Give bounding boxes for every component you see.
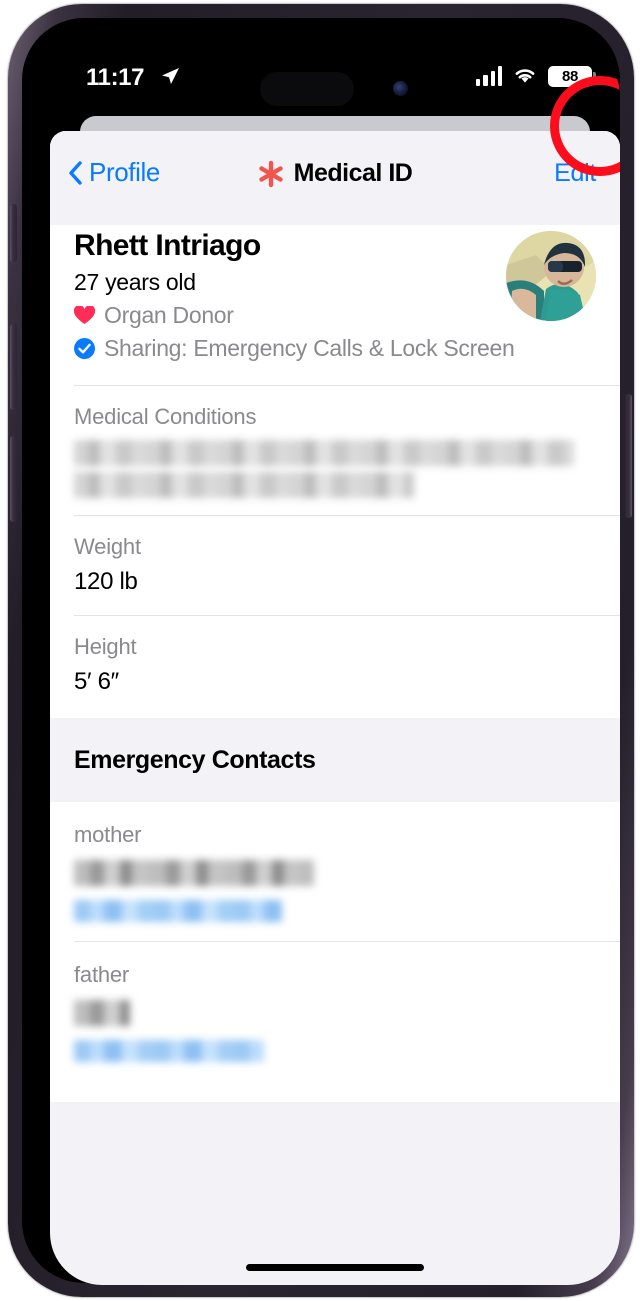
section-header-emergency-contacts: Emergency Contacts (50, 718, 620, 802)
medical-id-sheet: Profile Medical ID Edit Rhett Intriago 2… (50, 131, 620, 1285)
power-button[interactable] (625, 394, 632, 518)
medical-id-asterisk-icon (258, 160, 283, 187)
front-camera-icon (393, 81, 408, 96)
contact-row-mother[interactable]: mother (50, 802, 620, 942)
profile-row: Rhett Intriago 27 years old Organ Donor (50, 203, 620, 386)
field-label-height: Height (74, 634, 137, 659)
battery-level: 88 (561, 68, 579, 85)
field-medical-conditions[interactable]: Medical Conditions (50, 386, 620, 516)
location-arrow-icon (162, 68, 179, 84)
redacted-contact-father (74, 1000, 620, 1062)
page-title: Medical ID (293, 159, 413, 187)
contact-relation-mother: mother (74, 822, 142, 847)
volume-down-button[interactable] (10, 436, 17, 522)
organ-donor-label: Organ Donor (104, 302, 234, 328)
redacted-contact-mother (74, 860, 620, 922)
nav-title-group: Medical ID (50, 159, 620, 188)
silent-switch[interactable] (10, 204, 17, 262)
emergency-contacts-card: mother father (50, 802, 620, 1102)
information-card: Rhett Intriago 27 years old Organ Donor (50, 203, 620, 718)
heart-icon (74, 306, 95, 324)
field-weight[interactable]: Weight 120 lb (50, 516, 620, 616)
field-label-medical-conditions: Medical Conditions (74, 404, 257, 429)
home-indicator[interactable] (246, 1264, 424, 1271)
field-label-weight: Weight (74, 534, 141, 559)
contact-row-father[interactable]: father (50, 942, 620, 1082)
phone-frame: 11:17 88 Profile Medical ID Edit Rhett I… (8, 4, 634, 1297)
battery-tip-icon (593, 72, 596, 81)
status-bar: 11:17 88 (50, 44, 620, 116)
sharing-row: Sharing: Emergency Calls & Lock Screen (74, 335, 596, 362)
phone-bezel: 11:17 88 Profile Medical ID Edit Rhett I… (22, 18, 620, 1285)
edit-button[interactable]: Edit (554, 159, 596, 188)
status-time: 11:17 (86, 64, 145, 91)
avatar-photo (506, 231, 596, 321)
field-value-height: 5′ 6″ (74, 668, 119, 695)
field-height[interactable]: Height 5′ 6″ (50, 616, 620, 718)
field-value-weight: 120 lb (74, 568, 138, 595)
wifi-icon (515, 69, 535, 83)
avatar[interactable] (506, 231, 596, 321)
check-circle-icon (74, 338, 95, 359)
dynamic-island (260, 72, 354, 106)
battery-icon: 88 (548, 66, 592, 87)
volume-up-button[interactable] (10, 324, 17, 410)
redacted-medical-conditions (74, 440, 620, 498)
cellular-bars-icon (476, 66, 502, 86)
contact-relation-father: father (74, 962, 130, 987)
phone-screen: 11:17 88 Profile Medical ID Edit Rhett I… (50, 44, 620, 1285)
sharing-label: Sharing: Emergency Calls & Lock Screen (104, 335, 515, 361)
